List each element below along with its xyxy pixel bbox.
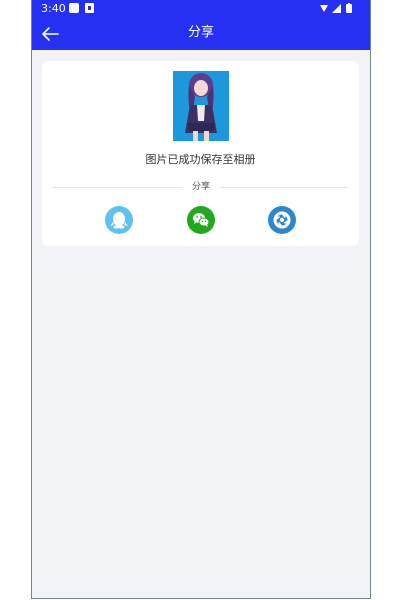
share-qq-button[interactable] xyxy=(105,206,133,234)
share-section-label: 分享 xyxy=(182,181,220,193)
saved-image-thumbnail[interactable] xyxy=(173,71,229,141)
signal-icon xyxy=(332,4,341,13)
notification-icon xyxy=(69,3,79,13)
share-wechat-button[interactable] xyxy=(187,206,215,234)
wifi-icon xyxy=(320,5,328,12)
saved-success-message: 图片已成功保存至相册 xyxy=(145,153,256,166)
qq-icon xyxy=(110,212,128,229)
navigation-bar: 分享 xyxy=(32,17,370,50)
phone-screen: 3:40 分享 图片已成功保存至相册 分享 xyxy=(31,0,371,599)
top-bar: 3:40 分享 xyxy=(32,0,370,50)
moments-icon xyxy=(273,211,291,229)
download-notification-icon xyxy=(85,3,94,13)
status-indicators xyxy=(319,3,361,14)
share-moments-button[interactable] xyxy=(268,206,296,234)
share-card: 图片已成功保存至相册 分享 xyxy=(42,61,359,246)
page-title: 分享 xyxy=(187,25,214,40)
status-bar: 3:40 xyxy=(32,0,370,17)
battery-icon xyxy=(346,3,352,13)
anime-character-image xyxy=(173,71,229,141)
wechat-icon xyxy=(193,213,210,227)
status-time: 3:40 xyxy=(41,2,66,15)
